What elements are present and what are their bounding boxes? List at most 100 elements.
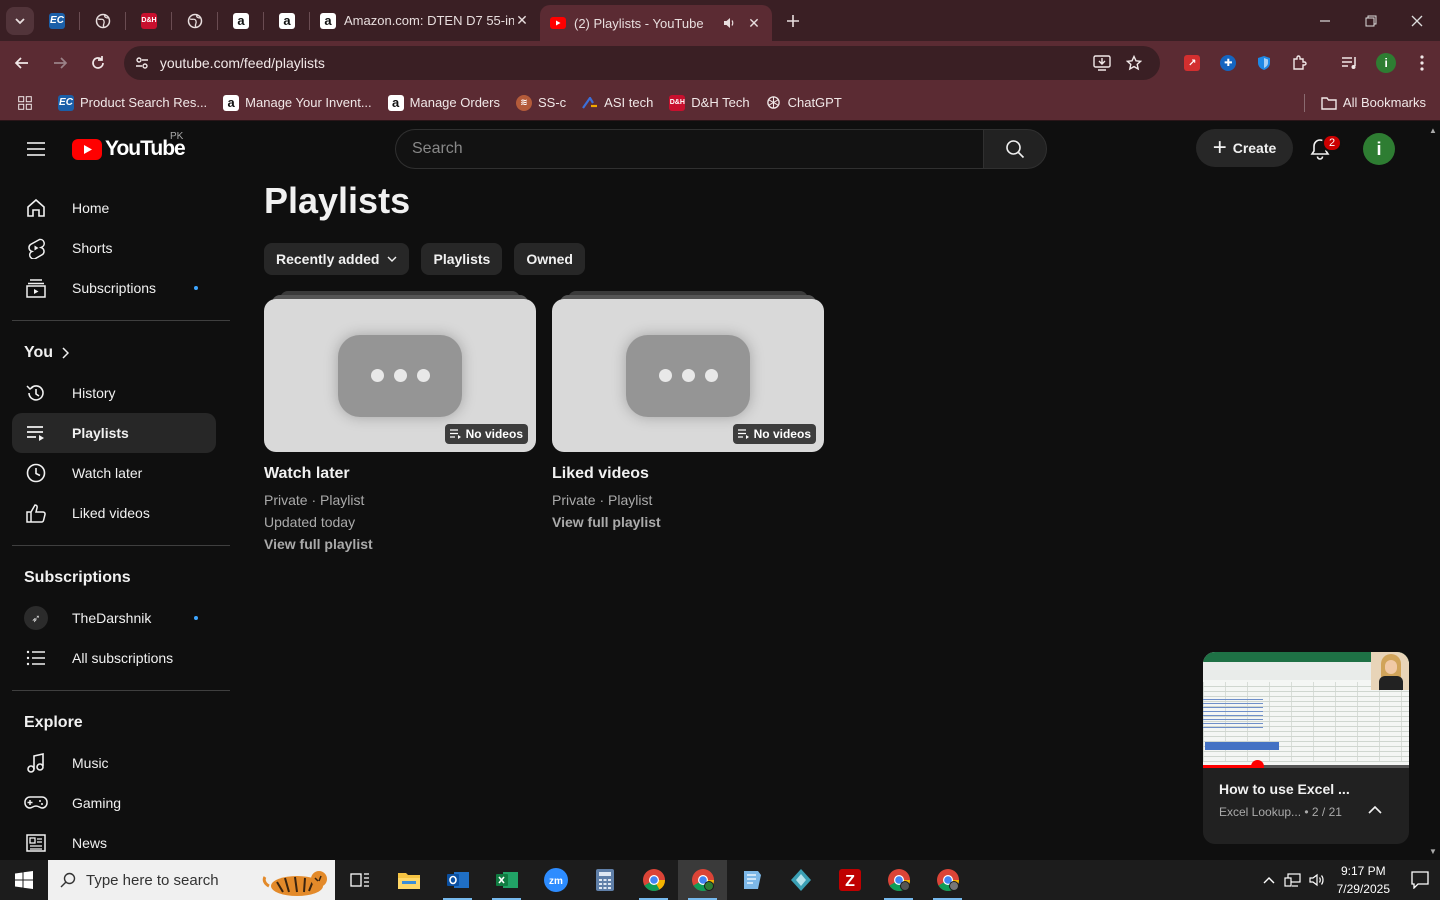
guide-you-header[interactable]: You: [12, 333, 228, 373]
restore-button[interactable]: [1348, 0, 1394, 41]
account-avatar[interactable]: i: [1363, 133, 1395, 165]
reload-button[interactable]: [80, 45, 116, 81]
taskbar-chrome-4[interactable]: [923, 860, 972, 900]
guide-item-shorts[interactable]: Shorts: [12, 228, 216, 268]
taskbar-outlook[interactable]: [433, 860, 482, 900]
bookmark-manage-orders[interactable]: a Manage Orders: [380, 89, 508, 117]
chrome-menu-button[interactable]: [1404, 45, 1440, 81]
extension-blue[interactable]: ✚: [1210, 45, 1246, 81]
page-scrollbar[interactable]: ▲ ▼: [1426, 121, 1440, 860]
taskbar-chrome-3[interactable]: [874, 860, 923, 900]
bookmark-ss-c[interactable]: ≋ SS-c: [508, 89, 574, 117]
volume-button[interactable]: [1305, 860, 1329, 900]
task-view-button[interactable]: [335, 860, 384, 900]
playlist-title[interactable]: Watch later: [264, 465, 536, 483]
extensions-button[interactable]: [1282, 45, 1318, 81]
extension-red-arrow[interactable]: ↗: [1174, 45, 1210, 81]
pinned-tab-globe-1[interactable]: [80, 0, 126, 41]
bookmark-chatgpt[interactable]: ChatGPT: [758, 89, 850, 117]
guide-item-channel-thedarshnik[interactable]: ➶ TheDarshnik: [12, 598, 216, 638]
guide-item-gaming[interactable]: Gaming: [12, 783, 216, 823]
guide-item-liked-videos[interactable]: Liked videos: [12, 493, 216, 533]
taskbar-clock[interactable]: 9:17 PM 7/29/2025: [1337, 862, 1390, 898]
close-icon[interactable]: ✕: [514, 12, 530, 29]
guide-item-watch-later[interactable]: Watch later: [12, 453, 216, 493]
guide-menu-button[interactable]: [16, 129, 56, 169]
playlist-thumbnail[interactable]: No videos: [264, 291, 536, 452]
playlist-card-liked-videos[interactable]: No videos Liked videos Private · Playlis…: [552, 291, 824, 533]
youtube-logo[interactable]: YouTube PK: [72, 131, 186, 161]
sort-dropdown[interactable]: Recently added: [264, 243, 410, 275]
site-settings-icon[interactable]: [134, 55, 150, 71]
taskbar-notes-app[interactable]: [727, 860, 776, 900]
progress-scrubber[interactable]: [1250, 760, 1264, 768]
search-input[interactable]: Search: [395, 129, 983, 169]
taskbar-search[interactable]: Type here to search: [48, 860, 335, 900]
address-bar[interactable]: youtube.com/feed/playlists: [123, 46, 1161, 80]
scroll-up-arrow-icon[interactable]: ▲: [1428, 125, 1438, 135]
profile-button[interactable]: i: [1368, 45, 1404, 81]
taskbar-chrome-2[interactable]: [678, 860, 727, 900]
guide-item-music[interactable]: Music: [12, 743, 216, 783]
forward-button[interactable]: [42, 45, 78, 81]
minimize-button[interactable]: [1302, 0, 1348, 41]
playlist-card-watch-later[interactable]: No videos Watch later Private · Playlist…: [264, 291, 536, 555]
bookmark-asi-tech[interactable]: ASI tech: [574, 89, 661, 117]
search-button[interactable]: [983, 129, 1047, 169]
bookmark-manage-inventory[interactable]: a Manage Your Invent...: [215, 89, 379, 117]
extension-shield[interactable]: [1246, 45, 1282, 81]
guide-item-home[interactable]: Home: [12, 188, 216, 228]
pinned-tab-amazon-2[interactable]: a: [264, 0, 310, 41]
pinned-tab-ec[interactable]: EC: [34, 0, 80, 41]
playlist-thumbnail[interactable]: No videos: [552, 291, 824, 452]
guide-item-history[interactable]: History: [12, 373, 216, 413]
taskbar-app-diamond[interactable]: [776, 860, 825, 900]
playlist-title[interactable]: Liked videos: [552, 465, 824, 483]
taskbar-filezilla[interactable]: Z: [825, 860, 874, 900]
bookmark-dh-tech[interactable]: D&H D&H Tech: [661, 89, 757, 117]
network-button[interactable]: [1281, 860, 1305, 900]
pinned-tab-globe-2[interactable]: [172, 0, 218, 41]
chip-owned[interactable]: Owned: [514, 243, 585, 275]
miniplayer-expand-button[interactable]: [1363, 798, 1387, 822]
miniplayer-video[interactable]: [1203, 652, 1409, 768]
miniplayer-title[interactable]: How to use Excel ...: [1219, 781, 1350, 797]
close-window-button[interactable]: [1394, 0, 1440, 41]
miniplayer[interactable]: How to use Excel ... Excel Lookup... • 2…: [1203, 652, 1409, 844]
scroll-down-arrow-icon[interactable]: ▼: [1428, 846, 1438, 856]
all-bookmarks-button[interactable]: All Bookmarks: [1313, 89, 1434, 117]
tab-search-button[interactable]: [6, 6, 34, 35]
apps-button[interactable]: [10, 89, 40, 117]
view-full-playlist-link[interactable]: View full playlist: [552, 511, 824, 533]
bookmark-star-button[interactable]: [1118, 47, 1150, 79]
tab-amazon[interactable]: a Amazon.com: DTEN D7 55-inch ✕: [310, 0, 540, 41]
start-button[interactable]: [0, 860, 48, 900]
back-button[interactable]: [4, 45, 40, 81]
install-app-button[interactable]: [1086, 47, 1118, 79]
guide-item-all-subscriptions[interactable]: All subscriptions: [12, 638, 216, 678]
taskbar-excel[interactable]: [482, 860, 531, 900]
pinned-tab-dh[interactable]: D&H: [126, 0, 172, 41]
notifications-button[interactable]: 2: [1300, 129, 1343, 169]
pinned-tab-amazon-1[interactable]: a: [218, 0, 264, 41]
taskbar-file-explorer[interactable]: [384, 860, 433, 900]
action-center-button[interactable]: [1400, 860, 1440, 900]
create-button[interactable]: + Create: [1196, 129, 1293, 167]
tray-overflow-button[interactable]: [1257, 860, 1281, 900]
miniplayer-progress-bar[interactable]: [1203, 760, 1409, 768]
chip-playlists[interactable]: Playlists: [421, 243, 503, 275]
close-icon[interactable]: ✕: [746, 15, 762, 31]
bookmark-product-search[interactable]: EC Product Search Res...: [50, 89, 215, 117]
taskbar-calculator[interactable]: [580, 860, 629, 900]
gamepad-icon: [24, 796, 48, 809]
taskbar-zoom[interactable]: zm: [531, 860, 580, 900]
new-tab-button[interactable]: [778, 6, 808, 36]
tab-youtube[interactable]: (2) Playlists - YouTube ✕: [540, 5, 772, 41]
guide-item-playlists[interactable]: Playlists: [12, 413, 216, 453]
taskbar-chrome-1[interactable]: [629, 860, 678, 900]
media-control-button[interactable]: [1332, 45, 1368, 81]
guide-item-news[interactable]: News: [12, 823, 216, 860]
guide-item-subscriptions[interactable]: Subscriptions: [12, 268, 216, 308]
view-full-playlist-link[interactable]: View full playlist: [264, 533, 536, 555]
speaker-icon[interactable]: [722, 16, 736, 30]
